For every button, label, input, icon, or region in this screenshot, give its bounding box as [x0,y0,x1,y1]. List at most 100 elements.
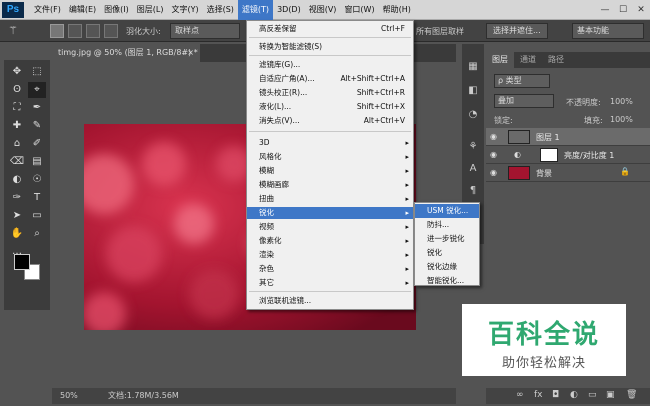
link-layers-icon[interactable]: ∞ [516,390,524,400]
path-select-tool-icon[interactable]: ➤ [8,208,26,224]
eraser-tool-icon[interactable]: ⌫ [8,154,26,170]
tab-layers[interactable]: 图层 [486,52,514,68]
shape-tool-icon[interactable]: ▭ [28,208,46,224]
history-brush-tool-icon[interactable]: ✐ [28,136,46,152]
filter-menu-item[interactable]: 视频 ▸ [247,221,413,233]
menu-file[interactable]: 文件(F) [30,0,65,20]
filter-menu-item[interactable]: 消失点(V)... Alt+Ctrl+V [247,115,413,127]
visibility-eye-icon[interactable]: ◉ [490,132,497,141]
zoom-level[interactable]: 50% [60,388,78,404]
sharpen-submenu-item[interactable]: 智能锐化... [415,274,479,288]
sharpen-submenu-item[interactable]: 锐化 [415,246,479,260]
gradient-tool-icon[interactable]: ▤ [28,154,46,170]
layer-row[interactable]: ◉ 背景 🔒 [486,164,650,182]
layer-row[interactable]: ◉ ◐ 亮度/对比度 1 [486,146,650,164]
stamp-tool-icon[interactable]: ⌂ [8,136,26,152]
move-tool-icon[interactable]: ✥ [8,64,26,80]
fx-icon[interactable]: fx [534,390,543,400]
filter-menu-item[interactable]: 风格化 ▸ [247,151,413,163]
minimize-button[interactable]: — [596,0,614,20]
menu-select[interactable]: 选择(S) [203,0,238,20]
menu-edit[interactable]: 编辑(E) [65,0,100,20]
visibility-eye-icon[interactable]: ◉ [490,150,497,159]
group-icon[interactable]: ▭ [588,390,597,400]
properties-icon[interactable]: ◧ [466,84,480,98]
sharpen-submenu-item[interactable]: USM 锐化... [415,204,479,218]
sharpen-submenu-item[interactable]: 进一步锐化 [415,232,479,246]
history-icon[interactable]: ▦ [466,60,480,74]
sharpen-submenu-item[interactable]: 锐化边缘 [415,260,479,274]
filter-menu-item[interactable]: 转换为智能滤镜(S) [247,41,413,53]
menu-window[interactable]: 窗口(W) [340,0,378,20]
crop-tool-icon[interactable]: ⛶ [8,100,26,116]
add-mask-icon[interactable]: ◘ [552,390,559,400]
pen-tool-icon[interactable]: ✑ [8,190,26,206]
blend-mode-select[interactable]: 叠加 [494,94,554,108]
zoom-tool-icon[interactable]: ⌕ [28,226,46,242]
eyedropper-tool-icon[interactable]: ✒ [28,100,46,116]
visibility-eye-icon[interactable]: ◉ [490,168,497,177]
add-selection-icon[interactable] [68,24,82,38]
type-tool-icon[interactable]: T [28,190,46,206]
fill-value[interactable]: 100% [610,115,633,124]
menu-help[interactable]: 帮助(H) [379,0,415,20]
menu-image[interactable]: 图像(I) [100,0,133,20]
adjustment-layer-icon[interactable]: ◐ [570,390,578,400]
menu-layer[interactable]: 图层(L) [133,0,168,20]
new-selection-icon[interactable] [50,24,64,38]
menu-filter[interactable]: 滤镜(T) [237,0,274,20]
sample-all-layers-label[interactable]: 所有图层取样 [416,26,464,37]
magic-wand-preset-icon[interactable]: ⚚ [8,24,22,38]
sample-size-select[interactable]: 取样点 [170,23,240,39]
filter-menu-item[interactable]: 扭曲 ▸ [247,193,413,205]
filter-menu-item[interactable]: 镜头校正(R)... Shift+Ctrl+R [247,87,413,99]
filter-menu-item[interactable]: 杂色 ▸ [247,263,413,275]
intersect-selection-icon[interactable] [104,24,118,38]
document-tab[interactable]: timg.jpg @ 50% (图层 1, RGB/8#) * × [52,44,200,62]
healing-tool-icon[interactable]: ✚ [8,118,26,134]
filter-menu-item[interactable]: 自适应广角(A)... Alt+Shift+Ctrl+A [247,73,413,85]
tab-paths[interactable]: 路径 [542,52,570,68]
maximize-button[interactable]: ☐ [614,0,632,20]
character-icon[interactable]: A [466,162,480,176]
menu-type[interactable]: 文字(Y) [167,0,202,20]
filter-menu-item[interactable]: 3D ▸ [247,137,413,149]
new-layer-icon[interactable]: ▣ [606,390,615,400]
marquee-tool-icon[interactable]: ⬚ [28,64,46,80]
close-tab-icon[interactable]: × [187,44,194,62]
workspace-select[interactable]: 基本功能 [572,23,644,39]
menu-3d[interactable]: 3D(D) [273,0,305,20]
trash-icon[interactable]: 🗑 [626,390,637,400]
subtract-selection-icon[interactable] [86,24,100,38]
magic-wand-tool-icon[interactable]: ⌖ [28,82,46,98]
filter-menu-item-label: 转换为智能滤镜(S) [259,42,323,51]
blur-tool-icon[interactable]: ◐ [8,172,26,188]
close-button[interactable]: ✕ [632,0,650,20]
adjustments-icon[interactable]: ◔ [466,108,480,122]
window-controls: — ☐ ✕ [596,0,650,20]
dodge-tool-icon[interactable]: ☉ [28,172,46,188]
brush-tool-icon[interactable]: ✎ [28,118,46,134]
opacity-value[interactable]: 100% [610,97,633,106]
sharpen-submenu-item[interactable]: 防抖... [415,218,479,232]
menu-view[interactable]: 视图(V) [305,0,341,20]
layer-row[interactable]: ◉ 图层 1 [486,128,650,146]
filter-menu-item[interactable]: 液化(L)... Shift+Ctrl+X [247,101,413,113]
paragraph-icon[interactable]: ¶ [466,184,480,198]
filter-menu-item[interactable]: 像素化 ▸ [247,235,413,247]
select-and-mask-button[interactable]: 选择并遮住... [486,23,548,39]
filter-menu-item[interactable]: 滤镜库(G)... [247,59,413,71]
tab-channels[interactable]: 通道 [514,52,542,68]
hand-tool-icon[interactable]: ✋ [8,226,26,242]
filter-menu-item[interactable]: 其它 ▸ [247,277,413,289]
foreground-color-swatch[interactable] [14,254,30,270]
filter-menu-item[interactable]: 渲染 ▸ [247,249,413,261]
layer-kind-filter[interactable]: ρ 类型 [494,74,550,88]
brush-settings-icon[interactable]: ⚘ [466,140,480,154]
filter-menu-item[interactable]: 浏览联机滤镜... [247,295,413,307]
filter-menu-item[interactable]: 模糊画廊 ▸ [247,179,413,191]
lasso-tool-icon[interactable]: ʘ [8,82,26,98]
filter-menu-item[interactable]: 高反差保留 Ctrl+F [247,23,413,35]
filter-menu-item[interactable]: 模糊 ▸ [247,165,413,177]
filter-menu-item[interactable]: 锐化 ▸ [247,207,413,219]
